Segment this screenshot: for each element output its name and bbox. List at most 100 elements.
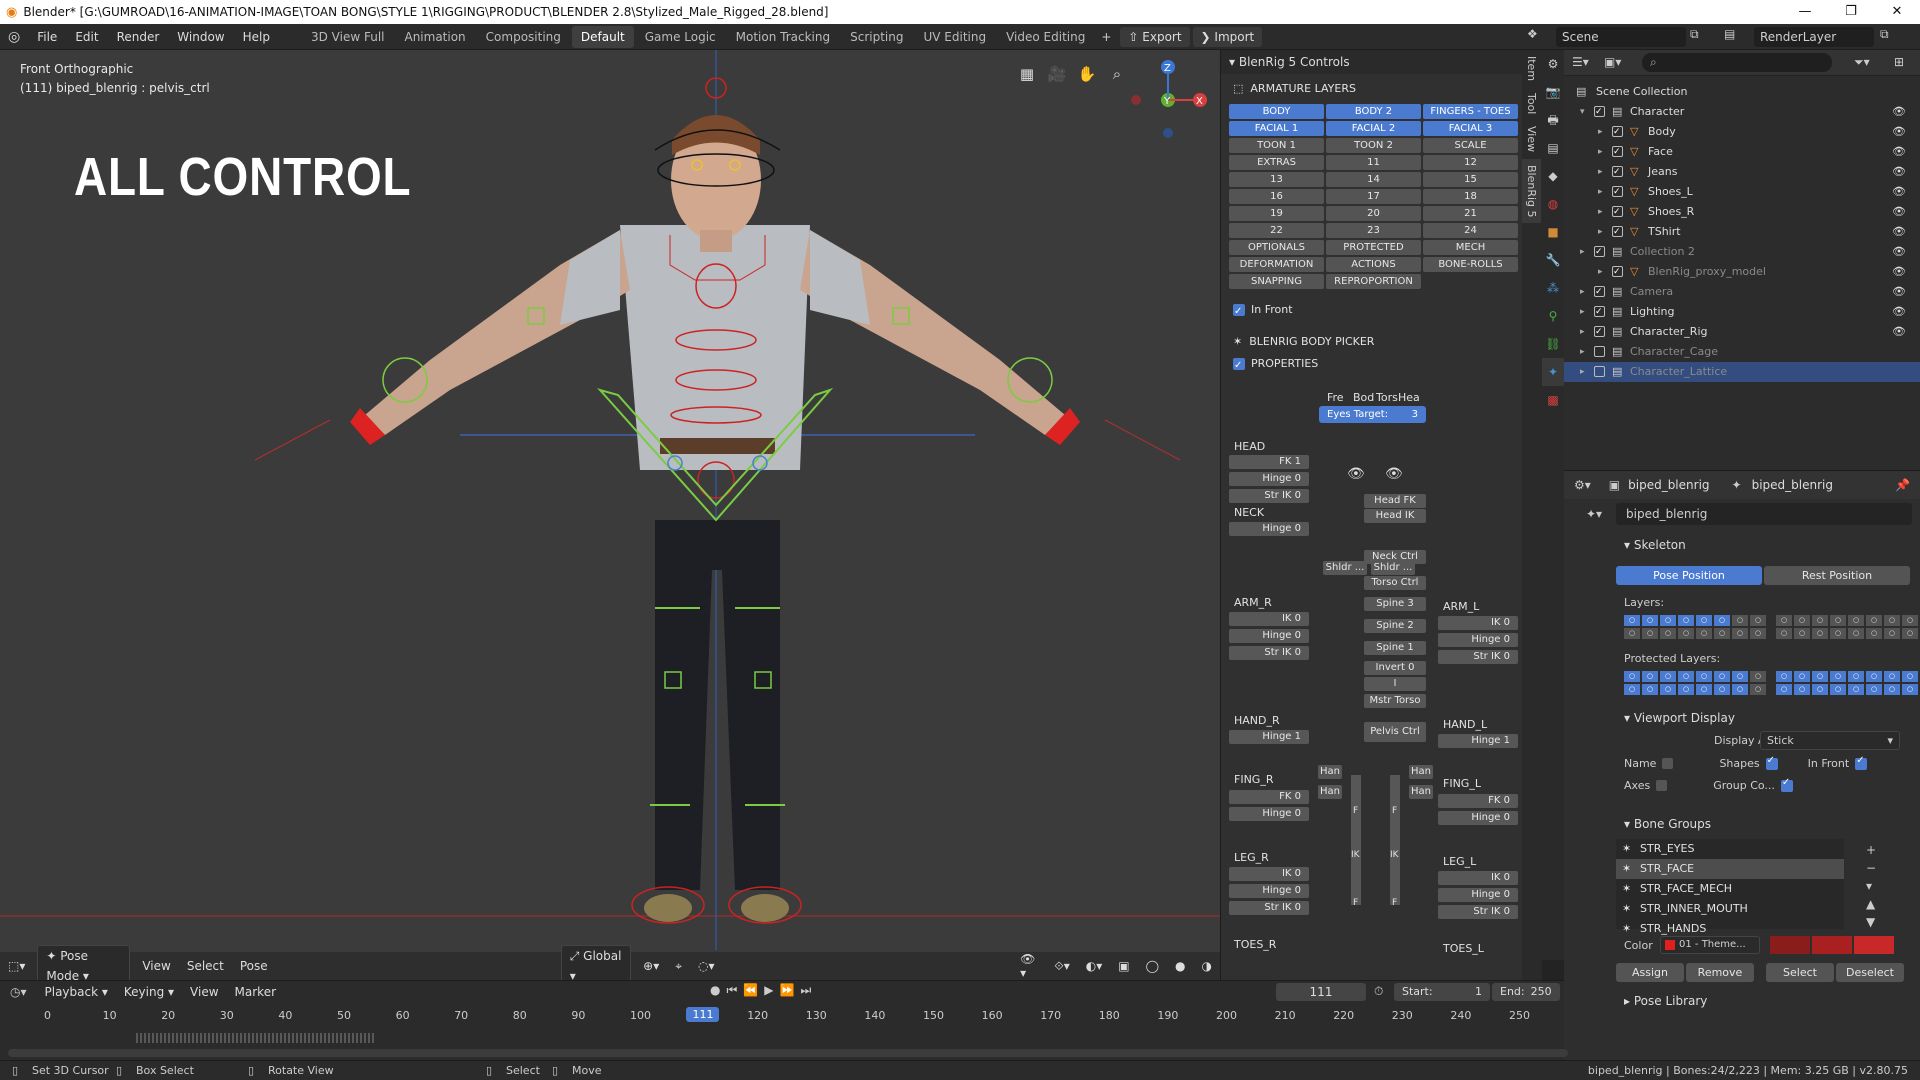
exclude-checkbox[interactable] bbox=[1594, 102, 1605, 122]
group-menu-icon[interactable]: ▾ bbox=[1866, 877, 1876, 895]
skeleton-section-header[interactable]: ▾ Skeleton bbox=[1616, 533, 1686, 557]
hand-l-button-1[interactable]: Han bbox=[1409, 765, 1433, 779]
layer-dot[interactable] bbox=[1768, 684, 1774, 695]
head-hinge-field[interactable]: Hinge 0 bbox=[1229, 472, 1309, 486]
outliner-row[interactable]: ▸ ▽ TShirt 👁 bbox=[1564, 222, 1920, 242]
frame-ruler[interactable]: 0102030405060708090100110120130140150160… bbox=[0, 1005, 1564, 1027]
menu-pose[interactable]: Pose bbox=[232, 959, 276, 973]
bone-groups-section-header[interactable]: ▾ Bone Groups bbox=[1616, 812, 1711, 836]
outliner-row[interactable]: ▸ ▤ Collection 2 👁 bbox=[1564, 242, 1920, 262]
editor-type-icon[interactable]: ⬚▾ bbox=[0, 959, 33, 973]
pose-library-section-header[interactable]: ▸ Pose Library bbox=[1616, 989, 1707, 1013]
rest-position-button[interactable]: Rest Position bbox=[1764, 566, 1910, 585]
layer-dot[interactable]: ○ bbox=[1678, 628, 1694, 639]
outliner-row[interactable]: ▸ ▽ BlenRig_proxy_model 👁 bbox=[1564, 262, 1920, 282]
expand-toggle-icon[interactable]: ▸ bbox=[1580, 342, 1585, 362]
layer-dot[interactable]: ○ bbox=[1660, 684, 1676, 695]
visibility-eye-icon[interactable]: 👁 bbox=[1892, 222, 1906, 242]
exclude-checkbox[interactable] bbox=[1612, 182, 1623, 202]
head-fk-field[interactable]: FK 1 bbox=[1229, 455, 1309, 469]
outliner-row[interactable]: ▸ ▽ Shoes_L 👁 bbox=[1564, 182, 1920, 202]
3d-viewport[interactable]: Z Y X Front Orthographic (111) biped_ble… bbox=[0, 50, 1220, 980]
prop-tab-tors[interactable]: Tors bbox=[1376, 391, 1398, 404]
eye-l-icon[interactable]: 👁 bbox=[1385, 466, 1403, 482]
tab-compositing[interactable]: Compositing bbox=[477, 26, 570, 48]
i-field[interactable]: I bbox=[1364, 677, 1426, 691]
tab-uv-editing[interactable]: UV Editing bbox=[914, 26, 995, 48]
normal-color-swatch[interactable] bbox=[1770, 936, 1810, 954]
leg-l-hinge-field[interactable]: Hinge 0 bbox=[1438, 888, 1518, 902]
leg-r-ik-field[interactable]: IK 0 bbox=[1229, 867, 1309, 881]
layer-dot[interactable]: ○ bbox=[1794, 684, 1810, 695]
hand-l-button-2[interactable]: Han bbox=[1409, 785, 1433, 799]
tab-3d-view-full[interactable]: 3D View Full bbox=[302, 26, 394, 48]
outliner-search-input[interactable]: ⌕ bbox=[1642, 53, 1832, 72]
pelvis-ctrl-button[interactable]: Pelvis Ctrl bbox=[1364, 722, 1426, 742]
timeline-editor-icon[interactable]: ◷▾ bbox=[0, 985, 37, 999]
move-down-icon[interactable]: ▼ bbox=[1866, 913, 1876, 931]
grid-icon[interactable]: ▦ bbox=[1015, 62, 1039, 86]
outliner-row[interactable]: ▸ ▤ Character_Lattice bbox=[1564, 362, 1920, 382]
layer-dot[interactable]: ○ bbox=[1696, 628, 1712, 639]
object-tab-icon[interactable]: ■ bbox=[1542, 218, 1564, 246]
new-collection-icon[interactable]: ⊞ bbox=[1894, 55, 1904, 69]
view-layer-tab-icon[interactable]: ▤ bbox=[1542, 134, 1564, 162]
proportional-icon[interactable]: ◌▾ bbox=[690, 959, 723, 973]
display-mode-icon[interactable]: ▣▾ bbox=[1604, 55, 1621, 69]
timeline-view-menu[interactable]: View bbox=[182, 985, 226, 999]
master-torso-button[interactable]: Mstr Torso bbox=[1364, 694, 1426, 708]
end-frame-field[interactable]: End: 250 bbox=[1492, 983, 1560, 1001]
layer-dot[interactable]: ○ bbox=[1696, 671, 1712, 682]
prev-key-icon[interactable]: ⏪ bbox=[743, 983, 764, 997]
menu-render[interactable]: Render bbox=[108, 24, 169, 50]
tab-animation[interactable]: Animation bbox=[395, 26, 474, 48]
menu-view[interactable]: View bbox=[134, 959, 178, 973]
exclude-checkbox[interactable] bbox=[1612, 202, 1623, 222]
play-icon[interactable]: ▶ bbox=[764, 983, 779, 997]
scene-selector[interactable]: Scene bbox=[1556, 27, 1686, 47]
layer-dot[interactable]: ○ bbox=[1848, 615, 1864, 626]
neck-hinge-field[interactable]: Hinge 0 bbox=[1229, 522, 1309, 536]
hand-l-hinge-field[interactable]: Hinge 1 bbox=[1438, 734, 1518, 748]
layer-dot[interactable]: ○ bbox=[1830, 684, 1846, 695]
eye-r-icon[interactable]: 👁 bbox=[1347, 466, 1365, 482]
hand-icon[interactable]: ✋ bbox=[1075, 62, 1099, 86]
eyes-target-field[interactable]: Eyes Target: 3 bbox=[1319, 406, 1426, 423]
layer-dot[interactable]: ○ bbox=[1866, 615, 1882, 626]
axes-checkbox[interactable] bbox=[1656, 780, 1668, 791]
expand-toggle-icon[interactable]: ▸ bbox=[1598, 182, 1603, 202]
menu-help[interactable]: Help bbox=[234, 24, 279, 50]
name-checkbox[interactable] bbox=[1662, 758, 1674, 769]
tab-motion-tracking[interactable]: Motion Tracking bbox=[727, 26, 839, 48]
shading-solid-icon[interactable]: ● bbox=[1167, 959, 1193, 973]
layer-dot[interactable]: ○ bbox=[1884, 628, 1900, 639]
visibility-eye-icon[interactable]: 👁 bbox=[1892, 162, 1906, 182]
arm-l-ik-field[interactable]: IK 0 bbox=[1438, 616, 1518, 630]
assign-button[interactable]: Assign bbox=[1616, 963, 1684, 982]
prop-tab-fre[interactable]: Fre bbox=[1327, 391, 1344, 404]
layer-dot[interactable]: ○ bbox=[1714, 615, 1730, 626]
expand-toggle-icon[interactable]: ▸ bbox=[1580, 242, 1585, 262]
bone-group-item[interactable]: ✶ STR_FACE bbox=[1616, 859, 1844, 879]
tab-item[interactable]: Item bbox=[1522, 50, 1541, 87]
layer-dot[interactable]: ○ bbox=[1714, 684, 1730, 695]
properties-editor-icon[interactable]: ⚙▾ bbox=[1564, 478, 1601, 492]
layer-dot[interactable] bbox=[1768, 615, 1774, 626]
bone-group-list[interactable]: ✶ STR_EYES ✶ STR_FACE ✶ STR_FACE_MECH ✶ STR_INN… bbox=[1616, 839, 1844, 935]
spine2-button[interactable]: Spine 2 bbox=[1364, 619, 1426, 633]
arm-r-str-field[interactable]: Str IK 0 bbox=[1229, 646, 1309, 660]
layer-dot[interactable]: ○ bbox=[1642, 684, 1658, 695]
arm-r-ik-field[interactable]: IK 0 bbox=[1229, 612, 1309, 626]
layer-dot[interactable]: ○ bbox=[1750, 671, 1766, 682]
layer-dot[interactable]: ○ bbox=[1678, 684, 1694, 695]
menu-select[interactable]: Select bbox=[179, 959, 232, 973]
visibility-eye-icon[interactable]: 👁 bbox=[1892, 262, 1906, 282]
new-renderlayer-icon[interactable]: ⧉ bbox=[1880, 27, 1889, 42]
next-key-icon[interactable]: ⏩ bbox=[779, 983, 800, 997]
record-icon[interactable]: ● bbox=[710, 983, 726, 997]
layer-dot[interactable]: ○ bbox=[1732, 628, 1748, 639]
fing-l-fk-field[interactable]: FK 0 bbox=[1438, 794, 1518, 808]
outliner-row[interactable]: ▸ ▽ Shoes_R 👁 bbox=[1564, 202, 1920, 222]
prop-tab-hea[interactable]: Hea bbox=[1398, 391, 1420, 404]
leg-l-bar[interactable] bbox=[1390, 775, 1400, 905]
